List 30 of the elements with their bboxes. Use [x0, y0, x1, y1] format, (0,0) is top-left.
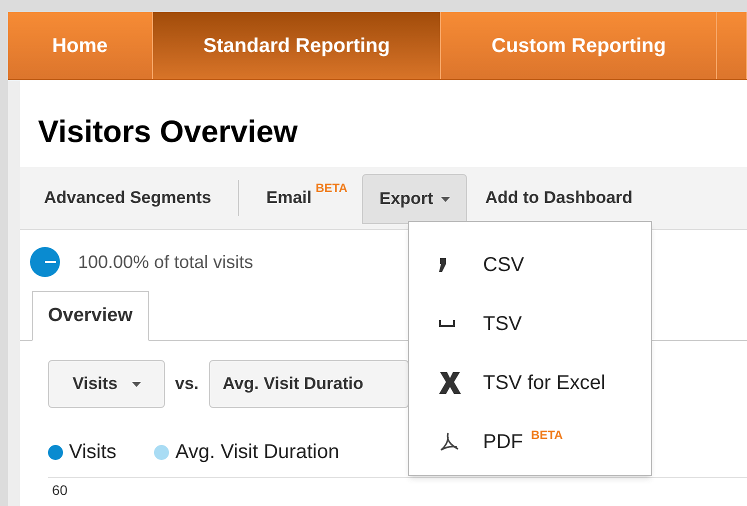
comma-icon — [439, 258, 447, 272]
export-menu-item[interactable]: TSV for Excel — [409, 353, 651, 412]
caret-icon — [441, 196, 450, 202]
segment-pie-icon — [30, 247, 60, 277]
pdf-icon — [439, 432, 459, 452]
export-button[interactable]: Export — [362, 174, 468, 224]
legend-label: Avg. Visit Duration — [175, 440, 340, 465]
add-to-dashboard-button[interactable]: Add to Dashboard — [485, 185, 633, 211]
space-icon — [439, 320, 455, 327]
segment-text: 100.00% of total visits — [78, 250, 254, 274]
export-menu-item[interactable]: CSV — [409, 235, 651, 294]
export-menu-item[interactable]: TSV — [409, 294, 651, 353]
vs-label: vs. — [175, 373, 199, 396]
export-menu-item[interactable]: PDF BETA — [409, 412, 651, 471]
x-icon — [439, 372, 461, 394]
menu-item-label: TSV — [483, 312, 522, 336]
menu-item-label: TSV for Excel — [483, 370, 606, 396]
overview-tab[interactable]: Overview — [32, 291, 148, 341]
menu-item-label: PDF — [483, 430, 523, 454]
beta-label: BETA — [531, 427, 563, 444]
advanced-segments-button[interactable]: Advanced Segments — [44, 185, 212, 211]
page-title: Visitors Overview — [38, 116, 299, 147]
legend-label: Visits — [69, 440, 116, 465]
caret-icon — [132, 382, 141, 386]
axis-label: 60 — [52, 483, 69, 497]
nav-tab[interactable]: Standard Reporting — [152, 12, 442, 79]
metric-select[interactable]: Avg. Visit Duratio — [208, 360, 409, 408]
menu-item-label: CSV — [483, 252, 524, 278]
email-label: Email — [266, 187, 312, 210]
metric-select[interactable]: Visits — [48, 360, 165, 408]
